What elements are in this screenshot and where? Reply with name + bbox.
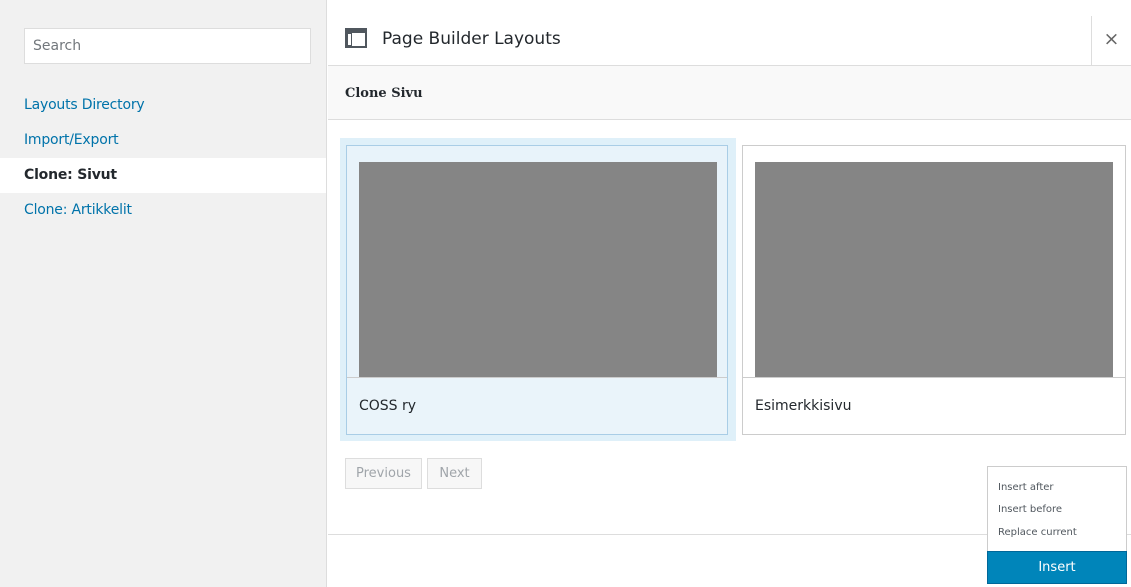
section-header: Clone Sivu: [328, 66, 1131, 120]
layout-name: COSS ry: [347, 377, 727, 434]
previous-button[interactable]: Previous: [345, 458, 422, 489]
sidebar-nav: Layouts Directory Import/Export Clone: S…: [0, 88, 326, 228]
layout-card[interactable]: Esimerkkisivu: [742, 145, 1126, 435]
dialog-header: Page Builder Layouts ×: [328, 16, 1131, 66]
sidebar: Layouts Directory Import/Export Clone: S…: [0, 0, 327, 587]
search-input[interactable]: [24, 28, 311, 64]
layout-thumbnail: [359, 162, 717, 378]
sidebar-item-clone-sivut[interactable]: Clone: Sivut: [0, 158, 326, 193]
sidebar-item-layouts-directory[interactable]: Layouts Directory: [0, 88, 326, 123]
close-icon: ×: [1103, 28, 1120, 50]
layout-card[interactable]: COSS ry: [346, 145, 728, 435]
next-button[interactable]: Next: [427, 458, 482, 489]
insert-button[interactable]: Insert: [987, 551, 1127, 584]
sidebar-item-import-export[interactable]: Import/Export: [0, 123, 326, 158]
section-title: Clone Sivu: [345, 86, 423, 101]
replace-current-option[interactable]: Replace current: [998, 527, 1077, 538]
insert-options-menu: Insert after Insert before Replace curre…: [987, 466, 1127, 551]
sidebar-item-clone-artikkelit[interactable]: Clone: Artikkelit: [0, 193, 326, 228]
layout-icon: [345, 28, 367, 48]
insert-before-option[interactable]: Insert before: [998, 504, 1062, 515]
insert-after-option[interactable]: Insert after: [998, 482, 1054, 493]
close-button[interactable]: ×: [1091, 16, 1131, 65]
layout-thumbnail: [755, 162, 1113, 378]
dialog-title: Page Builder Layouts: [382, 29, 561, 49]
layout-name: Esimerkkisivu: [743, 377, 1125, 434]
